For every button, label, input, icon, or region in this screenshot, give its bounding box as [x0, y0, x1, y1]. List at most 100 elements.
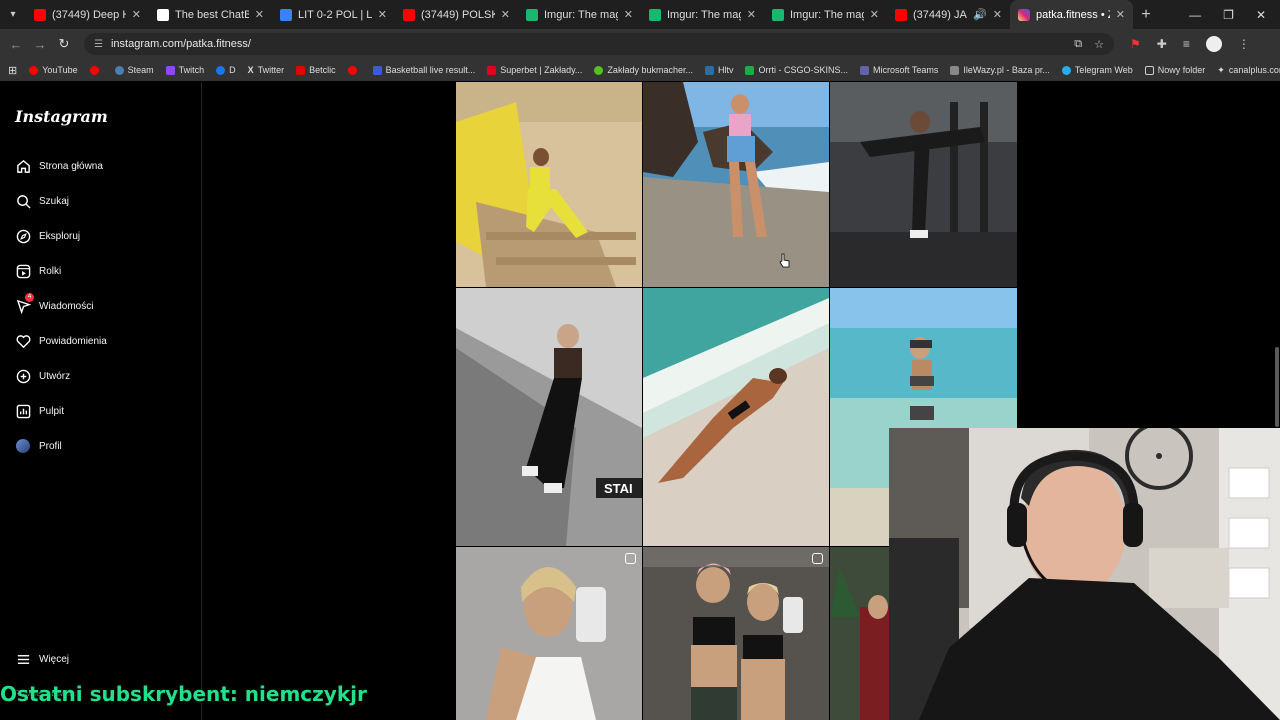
apps-icon[interactable]: ⊞	[8, 64, 17, 77]
tab-0[interactable]: (37449) Deep House✕	[26, 0, 149, 29]
bookmark-canalplus[interactable]: ✦canalplus.com	[1217, 65, 1280, 76]
tab-search-icon[interactable]: ▾	[0, 0, 26, 29]
sidebar-item-reels[interactable]: Rolki	[15, 263, 61, 279]
restore-icon[interactable]: ❐	[1223, 8, 1234, 22]
tab-7[interactable]: (37449) JAN URB🔊✕	[887, 0, 1010, 29]
youtube-icon	[89, 65, 99, 75]
forward-icon[interactable]: →	[28, 37, 52, 52]
instagram-logo[interactable]: Instagram	[15, 107, 108, 126]
sidebar-item-notifications[interactable]: Powiadomienia	[15, 333, 107, 349]
profile-avatar-icon[interactable]	[1205, 36, 1222, 52]
instagram-icon	[1018, 8, 1030, 21]
post-thumbnail[interactable]	[643, 288, 829, 546]
svg-text:STAI: STAI	[604, 481, 633, 496]
url-field[interactable]: ☰ instagram.com/patka.fitness/ ⧉ ☆	[84, 33, 1114, 55]
steam-icon	[114, 65, 124, 75]
tab-2[interactable]: LIT 0-2 POL | Litwa - P✕	[272, 0, 395, 29]
chatbot-icon	[157, 8, 169, 21]
bookmark-facebook[interactable]: D	[216, 65, 236, 75]
reload-icon[interactable]: ↻	[52, 36, 76, 52]
new-tab-button[interactable]: +	[1133, 6, 1159, 24]
close-window-icon[interactable]: ✕	[1256, 8, 1266, 22]
zaklady-icon	[594, 65, 604, 75]
tab-8-active[interactable]: patka.fitness • Zdjęc✕	[1010, 0, 1133, 29]
bookmark-star-icon[interactable]: ☆	[1094, 38, 1104, 51]
site-info-icon[interactable]: ☰	[94, 39, 103, 50]
folder-icon	[1144, 65, 1154, 75]
close-icon[interactable]: ✕	[132, 8, 141, 21]
imgur-icon	[772, 8, 784, 21]
telegram-icon	[1061, 65, 1071, 75]
bookmark-folder[interactable]: Nowy folder	[1144, 65, 1205, 75]
post-image	[456, 82, 642, 287]
tab-5[interactable]: Imgur: The magic of t✕	[641, 0, 764, 29]
post-thumbnail[interactable]	[456, 547, 642, 720]
bookmark-basketball[interactable]: Basketball live result...	[372, 65, 475, 75]
kebab-menu-icon[interactable]: ⋮	[1238, 37, 1250, 51]
tab-6[interactable]: Imgur: The magic of t✕	[764, 0, 887, 29]
post-thumbnail[interactable]	[456, 82, 642, 287]
puzzle-icon[interactable]: ✚	[1157, 37, 1167, 51]
bookmark-steam[interactable]: Steam	[114, 65, 154, 75]
webcam-image	[889, 428, 1280, 720]
window-controls: — ❐ ✕	[1189, 8, 1280, 22]
canalplus-icon: ✦	[1217, 64, 1225, 75]
sidebar-item-create[interactable]: Utwórz	[15, 368, 70, 384]
post-image	[830, 82, 1017, 287]
close-icon[interactable]: ✕	[747, 8, 756, 21]
home-icon	[15, 158, 31, 174]
close-icon[interactable]: ✕	[501, 8, 510, 21]
bookmark-red[interactable]	[89, 65, 103, 75]
bookmark-ilewazy[interactable]: IleWazy.pl - Baza pr...	[950, 65, 1050, 75]
post-thumbnail[interactable]	[643, 82, 829, 287]
bookmark-orrti[interactable]: Orrti - CSGO-SKINS...	[745, 65, 848, 75]
close-icon[interactable]: ✕	[255, 8, 264, 21]
sidebar-item-search[interactable]: Szukaj	[15, 193, 69, 209]
bookmark-twitter[interactable]: X Twitter	[248, 65, 285, 75]
scrollbar-thumb[interactable]	[1275, 347, 1279, 427]
tab-3[interactable]: (37449) POLSKA WYG✕	[395, 0, 518, 29]
bookmark-telegram[interactable]: Telegram Web	[1061, 65, 1133, 75]
bookmark-hltv[interactable]: Hltv	[704, 65, 733, 75]
tab-4[interactable]: Imgur: The magic of t✕	[518, 0, 641, 29]
extensions-area: ⚑ ✚ ≡ ⋮	[1130, 36, 1250, 52]
hltv-icon	[704, 65, 714, 75]
back-icon[interactable]: ←	[4, 37, 28, 52]
install-icon[interactable]: ⧉	[1074, 38, 1082, 51]
twitch-icon	[165, 65, 175, 75]
tab-1[interactable]: The best ChatBot and✕	[149, 0, 272, 29]
page-icon	[950, 65, 960, 75]
bookmark-zaklady[interactable]: Zakłady bukmacher...	[594, 65, 693, 75]
sidebar-item-explore[interactable]: Eksploruj	[15, 228, 80, 244]
sidebar-item-messages[interactable]: 4 Wiadomości	[15, 293, 93, 314]
close-icon[interactable]: ✕	[993, 8, 1002, 21]
close-icon[interactable]: ✕	[624, 8, 633, 21]
extension-icon[interactable]: ⚑	[1130, 37, 1141, 51]
post-thumbnail[interactable]	[830, 82, 1017, 287]
reel-indicator-icon	[812, 553, 823, 564]
post-thumbnail[interactable]	[643, 547, 829, 720]
close-icon[interactable]: ✕	[1116, 8, 1125, 21]
sidebar-item-home[interactable]: Strona główna	[15, 158, 103, 174]
media-icon[interactable]: ≡	[1183, 37, 1190, 51]
close-icon[interactable]: ✕	[378, 8, 387, 21]
speaker-icon[interactable]: 🔊	[973, 8, 987, 21]
close-icon[interactable]: ✕	[870, 8, 879, 21]
bookmark-red2[interactable]	[347, 65, 361, 75]
post-image	[830, 547, 890, 720]
sport-icon	[280, 8, 292, 21]
sidebar-item-profile[interactable]: Profil	[15, 438, 62, 454]
reels-icon	[15, 263, 31, 279]
minimize-icon[interactable]: —	[1189, 8, 1201, 22]
sidebar-item-more[interactable]: Więcej	[15, 651, 69, 667]
post-thumbnail[interactable]	[830, 547, 890, 720]
bookmark-youtube[interactable]: YouTube	[29, 65, 78, 75]
post-image	[456, 547, 642, 720]
bookmark-teams[interactable]: Microsoft Teams	[860, 65, 938, 75]
post-thumbnail[interactable]: STAI	[456, 288, 642, 546]
bookmark-superbet[interactable]: Superbet | Zakłady...	[487, 65, 582, 75]
youtube-icon	[895, 8, 907, 21]
bookmark-betclic[interactable]: Betclic	[296, 65, 336, 75]
sidebar-item-dashboard[interactable]: Pulpit	[15, 403, 64, 419]
bookmark-twitch[interactable]: Twitch	[165, 65, 204, 75]
